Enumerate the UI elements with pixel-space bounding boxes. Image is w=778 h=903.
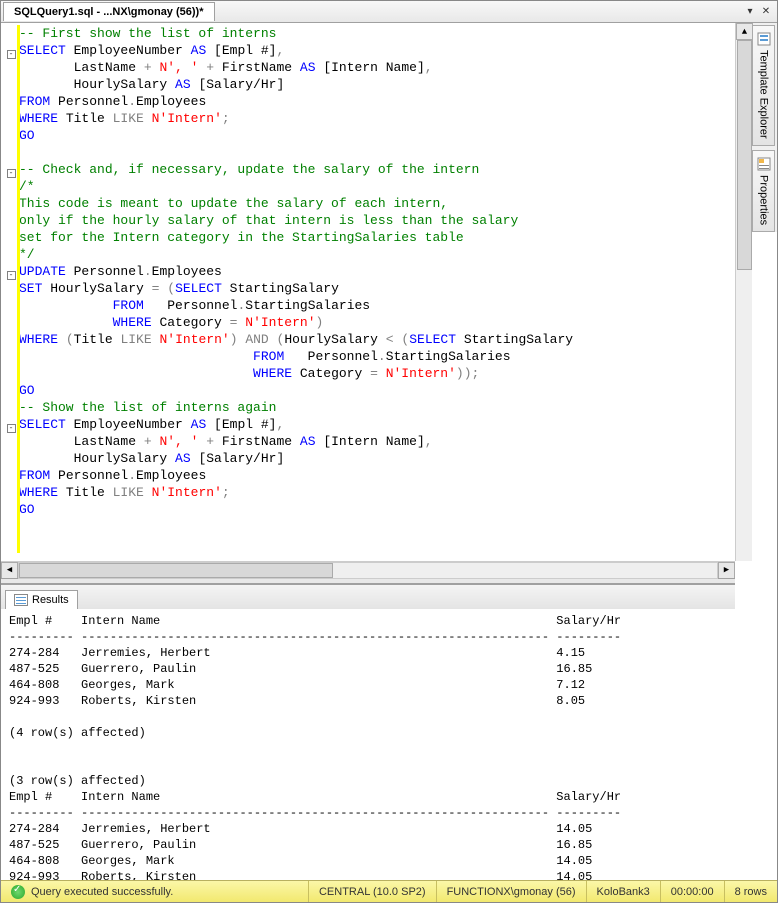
code-line: -SELECT EmployeeNumber AS [Empl #],	[1, 42, 735, 59]
properties-icon	[757, 157, 771, 171]
results-text-area[interactable]: Empl # Intern Name Salary/Hr --------- -…	[1, 609, 735, 880]
template-explorer-label: Template Explorer	[758, 50, 770, 139]
code-line: --- Check and, if necessary, update the …	[1, 161, 735, 178]
results-tab-label: Results	[32, 594, 69, 606]
code-line: only if the hourly salary of that intern…	[1, 212, 735, 229]
code-line: GO	[1, 382, 735, 399]
properties-label: Properties	[758, 175, 770, 225]
code-line: -- First show the list of interns	[1, 25, 735, 42]
status-rowcount: 8 rows	[724, 881, 777, 902]
code-line: FROM Personnel.StartingSalaries	[1, 348, 735, 365]
status-user: FUNCTIONX\gmonay (56)	[436, 881, 586, 902]
code-line: HourlySalary AS [Salary/Hr]	[1, 76, 735, 93]
status-time: 00:00:00	[660, 881, 724, 902]
change-indicator-bar	[17, 25, 20, 553]
tab-close-button[interactable]: ✕	[759, 5, 773, 19]
code-line: HourlySalary AS [Salary/Hr]	[1, 450, 735, 467]
document-tab[interactable]: SQLQuery1.sql - ...NX\gmonay (56))*	[3, 2, 215, 21]
code-line: -- Show the list of interns again	[1, 399, 735, 416]
results-tab[interactable]: Results	[5, 590, 78, 609]
scroll-left-button[interactable]: ◀	[1, 562, 18, 579]
code-line: GO	[1, 127, 735, 144]
scroll-up-button[interactable]: ▲	[736, 23, 753, 40]
code-line: LastName + N', ' + FirstName AS [Intern …	[1, 433, 735, 450]
outline-collapse-button[interactable]: -	[7, 169, 16, 178]
tab-dropdown-button[interactable]: ▾	[743, 5, 757, 19]
scroll-right-button[interactable]: ▶	[718, 562, 735, 579]
code-line: This code is meant to update the salary …	[1, 195, 735, 212]
code-line: FROM Personnel.StartingSalaries	[1, 297, 735, 314]
results-icon	[14, 594, 28, 606]
code-line: WHERE (Title LIKE N'Intern') AND (Hourly…	[1, 331, 735, 348]
template-icon	[757, 32, 771, 46]
outline-collapse-button[interactable]: -	[7, 50, 16, 59]
template-explorer-tab[interactable]: Template Explorer	[752, 25, 775, 146]
code-line: FROM Personnel.Employees	[1, 93, 735, 110]
code-line: -SELECT EmployeeNumber AS [Empl #],	[1, 416, 735, 433]
code-line: -UPDATE Personnel.Employees	[1, 263, 735, 280]
status-server: CENTRAL (10.0 SP2)	[308, 881, 436, 902]
code-line: FROM Personnel.Employees	[1, 467, 735, 484]
editor-vertical-scrollbar[interactable]: ▲	[735, 23, 752, 561]
sql-editor[interactable]: -- First show the list of interns-SELECT…	[1, 23, 735, 561]
success-icon	[11, 885, 25, 899]
side-tab-strip: Template Explorer Properties	[752, 23, 777, 232]
code-line: /*	[1, 178, 735, 195]
status-bar: Query executed successfully. CENTRAL (10…	[1, 880, 777, 902]
code-line: WHERE Title LIKE N'Intern';	[1, 110, 735, 127]
outline-collapse-button[interactable]: -	[7, 424, 16, 433]
code-line: SET HourlySalary = (SELECT StartingSalar…	[1, 280, 735, 297]
code-line: WHERE Category = N'Intern'));	[1, 365, 735, 382]
code-line: GO	[1, 501, 735, 518]
code-line	[1, 144, 735, 161]
document-tab-title: SQLQuery1.sql - ...NX\gmonay (56))*	[14, 6, 204, 18]
code-line: */	[1, 246, 735, 263]
document-tab-bar: SQLQuery1.sql - ...NX\gmonay (56))* ▾ ✕	[1, 1, 777, 23]
hscroll-thumb[interactable]	[19, 563, 333, 578]
code-line: LastName + N', ' + FirstName AS [Intern …	[1, 59, 735, 76]
results-panel: Results Empl # Intern Name Salary/Hr ---…	[1, 584, 735, 880]
code-line: set for the Intern category in the Start…	[1, 229, 735, 246]
properties-tab[interactable]: Properties	[752, 150, 775, 232]
scroll-thumb[interactable]	[737, 40, 752, 270]
code-line: WHERE Title LIKE N'Intern';	[1, 484, 735, 501]
status-message: Query executed successfully.	[31, 886, 173, 898]
results-text: Empl # Intern Name Salary/Hr --------- -…	[9, 613, 727, 880]
status-database: KoloBank3	[586, 881, 660, 902]
editor-horizontal-scrollbar[interactable]: ◀ ▶	[1, 561, 735, 578]
outline-collapse-button[interactable]: -	[7, 271, 16, 280]
code-line: WHERE Category = N'Intern')	[1, 314, 735, 331]
